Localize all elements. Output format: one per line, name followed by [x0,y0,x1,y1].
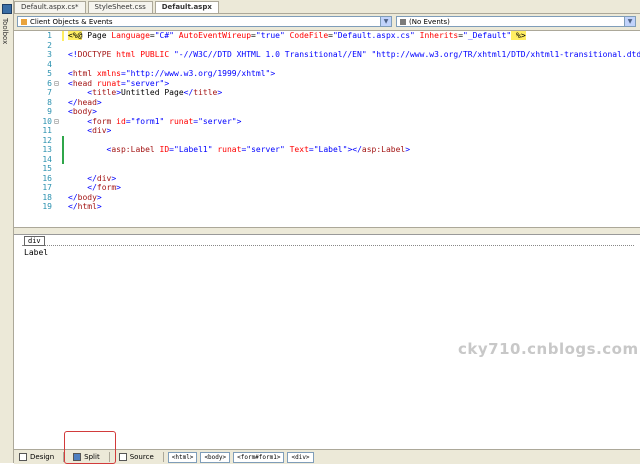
line-number: 18 [42,192,52,202]
code-line[interactable]: 14 [14,154,640,164]
change-marker [62,135,64,145]
code-line[interactable]: 15 [14,164,640,174]
code-line[interactable]: 17 </form> [14,183,640,193]
code-line[interactable]: 9 <body> [14,107,640,117]
line-number: 8 [47,97,52,107]
horizontal-splitter[interactable] [14,227,640,234]
code-line[interactable]: 4 [14,60,640,70]
div-tag-label[interactable]: div [24,236,45,246]
line-number: 4 [47,59,52,69]
code-line[interactable]: 8 </head> [14,98,640,108]
toolbox-icon[interactable] [2,4,12,14]
toolbox-strip[interactable]: Toolbox [0,0,14,463]
change-marker [62,154,64,164]
line-number: 1 [47,31,52,40]
object-icon [21,19,27,25]
code-text: </div> [87,173,117,183]
line-number: 19 [42,202,52,211]
code-text: </html> [68,202,102,211]
watermark: cky710.cnblogs.com [458,340,639,358]
design-surface[interactable]: div Label [14,234,640,435]
line-number: 5 [47,69,52,78]
code-text: </form> [87,183,121,192]
code-line[interactable]: 16 </div> [14,174,640,184]
code-text: </body> [68,192,102,202]
source-editor[interactable]: 1 <%@ Page Language="C#" AutoEventWireup=… [14,31,640,227]
breadcrumb-item[interactable]: <html> [167,451,198,463]
line-number: 6 [47,78,52,88]
highlight-annotation [64,431,116,464]
code-line[interactable]: 1 <%@ Page Language="C#" AutoEventWireup=… [14,31,640,41]
chevron-down-icon[interactable]: ▼ [624,17,635,26]
events-dropdown[interactable]: (No Events) ▼ [396,16,636,27]
code-line[interactable]: 18 </body> [14,193,640,203]
code-line[interactable]: 7 <title>Untitled Page</title> [14,88,640,98]
code-text: <body> [68,107,97,116]
line-number: 16 [42,173,52,183]
chevron-down-icon[interactable]: ▼ [380,17,391,26]
line-number: 9 [47,107,52,116]
line-number: 15 [42,164,52,173]
code-text: <form id="form1" runat="server"> [87,116,242,126]
breadcrumb-item[interactable]: <div> [287,451,314,463]
code-text: <div> [87,126,112,135]
code-line[interactable]: 12 [14,135,640,145]
code-text: <!DOCTYPE html PUBLIC "-//W3C//DTD XHTML… [68,50,640,59]
code-text: </head> [68,97,102,107]
event-icon [400,19,406,25]
document-tabs: Default.aspx.cs* StyleSheet.css Default.as… [14,0,640,14]
toolbox-label[interactable]: Toolbox [1,18,9,44]
code-text: <html xmlns="http://www.w3.org/1999/xhtm… [68,69,276,78]
code-line[interactable]: 2 [14,41,640,51]
label-control[interactable]: Label [24,248,48,257]
view-design-button[interactable]: Design [14,451,59,463]
code-text: <asp:Label ID="Label1" runat="server" Te… [106,145,411,154]
events-value: (No Events) [409,18,450,26]
line-number: 17 [42,183,52,192]
line-number: 13 [42,145,52,154]
code-line[interactable]: 6 ⊟ <head runat="server"> [14,79,640,89]
code-text: <title>Untitled Page</title> [87,88,223,97]
code-line[interactable]: 19 </html> [14,202,640,212]
object-event-bar: Client Objects & Events ▼ (No Events) ▼ [14,14,640,31]
code-line[interactable]: 11 <div> [14,126,640,136]
client-objects-value: Client Objects & Events [30,18,113,26]
client-objects-dropdown[interactable]: Client Objects & Events ▼ [17,16,392,27]
code-text: <head runat="server"> [68,78,170,88]
view-source-button[interactable]: Source [114,451,159,463]
breadcrumb-item[interactable]: <body> [200,451,231,463]
tab-0[interactable]: Default.aspx.cs* [14,1,86,13]
line-number: 14 [42,154,52,164]
view-icon [118,453,127,461]
code-line[interactable]: 3 <!DOCTYPE html PUBLIC "-//W3C//DTD XHTM… [14,50,640,60]
breadcrumb-item[interactable]: <form#form1> [233,451,285,463]
collapse-icon[interactable]: ⊟ [54,117,60,127]
code-line[interactable]: 10 ⊟ <form id="form1" runat="server"> [14,117,640,127]
change-marker [62,31,64,41]
line-number: 7 [47,88,52,97]
tab-2[interactable]: Default.aspx [154,1,219,13]
view-icon [19,453,27,461]
code-line[interactable]: 5 <html xmlns="http://www.w3.org/1999/xht… [14,69,640,79]
change-marker [62,145,64,155]
code-line[interactable]: 13 <asp:Label ID="Label1" runat="server"… [14,145,640,155]
line-number: 3 [47,50,52,59]
code-text: <%@ Page Language="C#" AutoEventWireup="… [68,31,526,40]
line-number: 12 [42,135,52,145]
line-number: 11 [42,126,52,135]
tab-1[interactable]: StyleSheet.css [87,1,153,13]
line-number: 10 [42,116,52,126]
line-number: 2 [47,40,52,50]
collapse-icon[interactable]: ⊟ [54,79,60,89]
div-outline [22,245,634,260]
